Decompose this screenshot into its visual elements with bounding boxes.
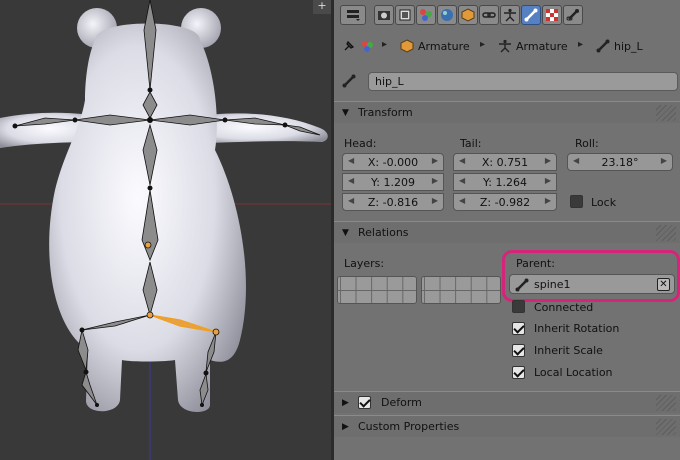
tail-label: Tail:	[460, 137, 482, 150]
transform-panel-header[interactable]: ▼ Transform	[334, 101, 680, 123]
armature-data-icon	[499, 39, 511, 53]
tab-render-layers[interactable]	[395, 5, 415, 25]
breadcrumb-separator-icon: ▸	[578, 39, 584, 50]
lock-label: Lock	[591, 196, 617, 209]
layers-label: Layers:	[344, 257, 385, 270]
context-breadcrumb: ▸ Armature ▸ Armature ▸ hip_L	[334, 34, 680, 58]
local-location-checkbox[interactable]	[512, 366, 525, 379]
tab-world[interactable]	[437, 5, 457, 25]
local-location-label: Local Location	[534, 366, 613, 379]
connected-checkbox[interactable]	[512, 300, 525, 313]
custom-properties-panel-header[interactable]: ▶ Custom Properties	[334, 415, 680, 437]
head-x-value: X: -0.000	[367, 155, 419, 169]
render-layers-icon	[399, 9, 411, 21]
bone-layers-grid-left[interactable]	[337, 276, 417, 304]
bone-name-row: hip_L	[340, 70, 678, 92]
panel-grip-icon[interactable]	[656, 105, 676, 121]
breadcrumb-pin[interactable]	[342, 39, 376, 53]
head-label: Head:	[344, 137, 377, 150]
head-y-value: Y: 1.209	[371, 175, 415, 189]
roll-field[interactable]: ◀ 23.18° ▶	[567, 153, 673, 171]
tail-z-value: Z: -0.982	[479, 195, 531, 209]
pin-icon	[344, 40, 355, 51]
armature-data-icon	[504, 8, 516, 22]
tail-x-value: X: 0.751	[481, 155, 529, 169]
lock-checkbox[interactable]	[570, 195, 583, 208]
bone-icon	[524, 8, 538, 22]
deform-panel-header[interactable]: ▶ Deform	[334, 391, 680, 413]
relations-panel-title: Relations	[358, 226, 409, 239]
scene-icon	[420, 9, 432, 21]
tab-armature-data[interactable]	[500, 5, 520, 25]
inherit-scale-label: Inherit Scale	[534, 344, 603, 357]
object-icon	[461, 8, 475, 22]
tail-x-field[interactable]: ◀ X: 0.751 ▶	[453, 153, 557, 171]
panel-grip-icon[interactable]	[656, 225, 676, 241]
3d-viewport[interactable]: +	[0, 0, 331, 460]
transform-panel-title: Transform	[358, 106, 413, 119]
properties-editor: ▸ Armature ▸ Armature ▸ hip_L hip_L ▼ Tr…	[334, 0, 680, 460]
viewport-scene	[0, 0, 331, 460]
breadcrumb-data: Armature	[498, 39, 568, 53]
constraints-icon	[482, 12, 496, 18]
tail-z-field[interactable]: ◀ Z: -0.982 ▶	[453, 193, 557, 211]
panel-grip-icon[interactable]	[656, 395, 676, 411]
breadcrumb-object: Armature	[400, 39, 470, 53]
bone-layers-grid-right[interactable]	[421, 276, 501, 304]
render-icon	[378, 11, 390, 20]
properties-tab-bar	[334, 0, 680, 30]
inherit-rotation-checkbox[interactable]	[512, 322, 525, 335]
annotation-highlight	[502, 250, 680, 302]
connected-label: Connected	[534, 301, 594, 314]
material-icon	[546, 9, 558, 21]
breadcrumb-object-label: Armature	[418, 39, 470, 53]
relations-panel-header[interactable]: ▼ Relations	[334, 221, 680, 243]
tail-y-field[interactable]: ◀ Y: 1.264 ▶	[453, 173, 557, 191]
breadcrumb-separator-icon: ▸	[382, 39, 388, 50]
breadcrumb-bone-label: hip_L	[614, 39, 643, 53]
collapsed-triangle-icon: ▶	[342, 421, 349, 432]
head-x-field[interactable]: ◀ X: -0.000 ▶	[342, 153, 444, 171]
bone-icon	[342, 74, 356, 88]
area-split-corner[interactable]: +	[313, 0, 331, 14]
tab-bone[interactable]	[521, 5, 541, 25]
head-y-field[interactable]: ◀ Y: 1.209 ▶	[342, 173, 444, 191]
tab-render[interactable]	[374, 5, 394, 25]
deform-panel-title: Deform	[381, 396, 422, 409]
tab-scene[interactable]	[416, 5, 436, 25]
bone-name-field[interactable]: hip_L	[368, 72, 678, 91]
world-icon	[441, 9, 453, 21]
breadcrumb-data-label: Armature	[516, 39, 568, 53]
bear-mesh	[0, 8, 328, 412]
roll-label: Roll:	[575, 137, 599, 150]
collapsed-triangle-icon: ▶	[342, 397, 349, 408]
panel-grip-icon[interactable]	[656, 419, 676, 435]
custom-properties-panel-title: Custom Properties	[358, 420, 460, 433]
roll-value: 23.18°	[601, 155, 639, 169]
tab-constraints[interactable]	[479, 5, 499, 25]
deform-checkbox[interactable]	[358, 396, 371, 409]
breadcrumb-bone: hip_L	[596, 39, 643, 53]
expanded-triangle-icon: ▼	[342, 227, 349, 238]
head-z-field[interactable]: ◀ Z: -0.816 ▶	[342, 193, 444, 211]
tab-material[interactable]	[542, 5, 562, 25]
editor-type-icon	[347, 10, 360, 21]
inherit-scale-checkbox[interactable]	[512, 344, 525, 357]
bone-constraints-icon	[566, 9, 579, 21]
scene-icon	[362, 41, 373, 52]
object-icon	[400, 39, 414, 53]
inherit-rotation-label: Inherit Rotation	[534, 322, 620, 335]
editor-type-menu[interactable]	[340, 5, 366, 25]
expanded-triangle-icon: ▼	[342, 107, 349, 118]
tab-object[interactable]	[458, 5, 478, 25]
tail-y-value: Y: 1.264	[483, 175, 527, 189]
breadcrumb-separator-icon: ▸	[480, 39, 486, 50]
head-z-value: Z: -0.816	[367, 195, 419, 209]
tab-bone-constraints[interactable]	[563, 5, 583, 25]
bone-icon	[596, 39, 610, 53]
